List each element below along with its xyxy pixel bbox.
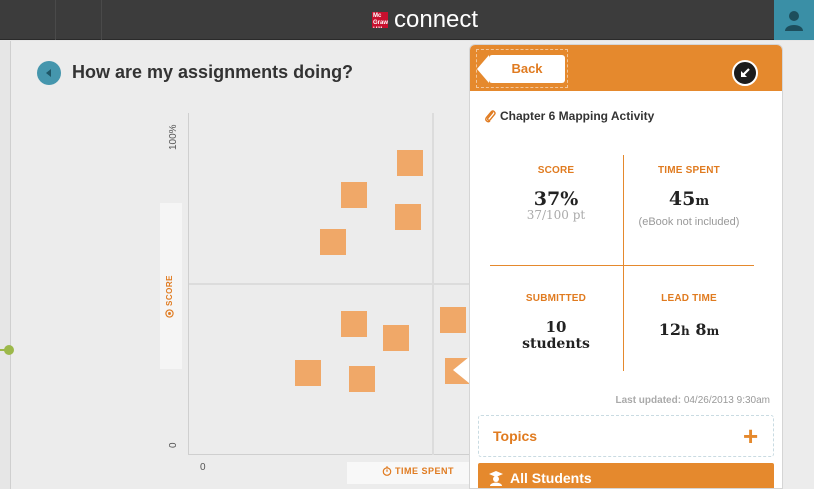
mcgraw-hill-logo: Mc Graw Hill [372, 12, 388, 28]
brand-logo: Mc Graw Hill connect [372, 6, 478, 34]
y-axis-label: SCORE [165, 275, 174, 318]
score-value: 37% [533, 188, 579, 210]
submitted-count: 10 [545, 318, 567, 336]
x-axis-label: TIME SPENT [382, 466, 454, 476]
topics-expander[interactable]: Topics + [478, 415, 774, 457]
activity-title: Chapter 6 Mapping Activity [484, 109, 654, 123]
collapse-panel-button[interactable] [732, 60, 758, 86]
stopwatch-icon [382, 466, 392, 476]
submitted-unit: students [522, 336, 590, 352]
side-marker-dot[interactable] [4, 345, 14, 355]
topbar-segment [0, 0, 56, 40]
last-updated-label: Last updated: [615, 395, 682, 406]
time-spent-label: TIME SPENT [657, 165, 720, 176]
data-point[interactable] [320, 229, 346, 255]
user-profile-button[interactable] [774, 0, 814, 40]
data-point[interactable] [440, 307, 466, 333]
back-button[interactable]: Back [476, 49, 568, 88]
time-spent-number: 45 [668, 188, 696, 210]
data-point[interactable] [349, 366, 375, 392]
plot-horizontal-divider [189, 283, 489, 285]
target-icon [165, 309, 174, 318]
lead-time-minutes-unit: m [706, 324, 720, 338]
lead-time-hours-unit: h [681, 324, 690, 338]
data-point[interactable] [341, 311, 367, 337]
page-title: How are my assignments doing? [72, 62, 354, 82]
back-button-label: Back [477, 54, 565, 83]
top-bar: Mc Graw Hill connect [0, 0, 814, 40]
activity-title-text: Chapter 6 Mapping Activity [500, 109, 655, 123]
arrow-down-left-icon [741, 68, 750, 77]
lead-time-hours: 12 [658, 320, 682, 339]
y-tick-label-top: 100% [168, 124, 179, 150]
topics-label: Topics [493, 428, 538, 444]
y-tick-label-bottom: 0 [168, 442, 179, 448]
data-point[interactable] [397, 150, 423, 176]
lead-time-stat: LEAD TIME 12h 8m [623, 293, 755, 339]
x-axis-title: TIME SPENT [395, 466, 455, 476]
paperclip-icon [485, 110, 496, 123]
panel-header: Back [470, 45, 782, 91]
data-point[interactable] [383, 325, 409, 351]
all-students-label: All Students [510, 470, 592, 486]
data-point[interactable] [395, 204, 421, 230]
scatter-plot [188, 113, 489, 455]
stats-grid: SCORE 37% 37/100 pt TIME SPENT 45m (eBoo… [490, 151, 754, 375]
lead-time-minutes: 8 [695, 320, 707, 339]
all-students-button[interactable]: All Students [478, 463, 774, 488]
y-axis-title: SCORE [165, 275, 174, 306]
score-stat: SCORE 37% 37/100 pt [490, 165, 622, 222]
stats-horizontal-divider [490, 265, 754, 266]
time-spent-value: 45m [623, 188, 755, 210]
chevron-left-icon [46, 69, 51, 77]
score-points: 37/100 pt [526, 208, 586, 222]
lead-time-value: 12h 8m [623, 320, 755, 339]
student-icon [489, 471, 503, 486]
time-spent-unit: m [695, 194, 710, 209]
score-label: SCORE [537, 165, 575, 176]
topbar-segment [56, 0, 102, 40]
submitted-label: SUBMITTED [525, 293, 587, 304]
time-spent-stat: TIME SPENT 45m (eBook not included) [623, 165, 755, 228]
submitted-stat: SUBMITTED 10 students [490, 293, 622, 352]
data-point[interactable] [341, 182, 367, 208]
assignment-detail-panel: Back Chapter 6 Mapping Activity SCORE 37… [469, 44, 783, 489]
time-spent-note: (eBook not included) [638, 216, 740, 228]
user-icon [785, 11, 803, 31]
last-updated: Last updated: 04/26/2013 9:30am [484, 395, 770, 406]
detail-pointer [453, 357, 469, 383]
back-nav-button[interactable] [37, 61, 61, 85]
data-point[interactable] [295, 360, 321, 386]
x-tick-label: 0 [200, 462, 206, 473]
brand-name: connect [394, 6, 479, 33]
last-updated-value: 04/26/2013 9:30am [683, 395, 770, 406]
lead-time-label: LEAD TIME [661, 293, 717, 304]
plus-icon: + [743, 421, 759, 451]
